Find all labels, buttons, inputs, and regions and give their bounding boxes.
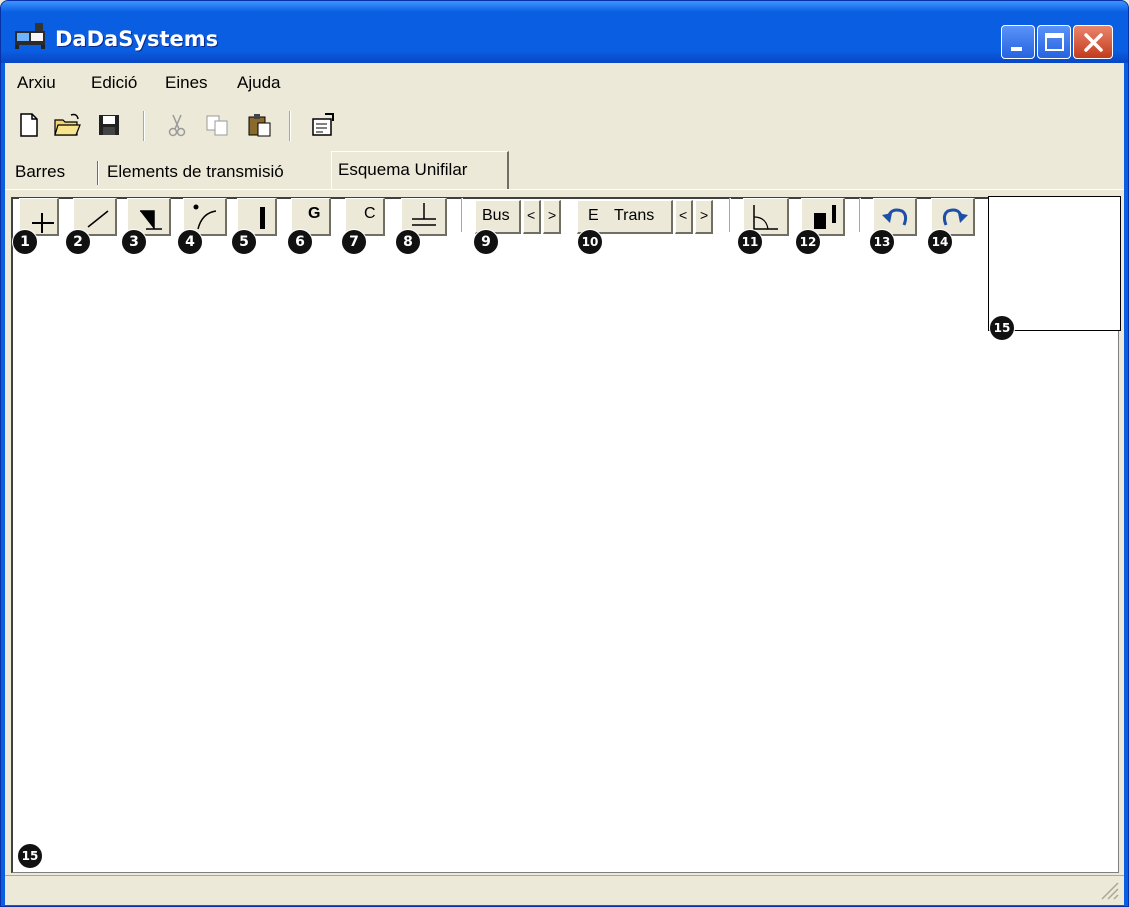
tab-divider xyxy=(97,161,99,185)
tool-separator xyxy=(729,198,731,232)
trans-label: Trans xyxy=(614,207,655,224)
save-icon[interactable] xyxy=(95,111,123,139)
menu-bar: Arxiu Edició Eines Ajuda xyxy=(5,65,1124,99)
trans-next-label: > xyxy=(700,207,709,223)
resize-grip-icon[interactable] xyxy=(1098,879,1120,901)
tool-separator xyxy=(461,198,463,232)
badge-15-canvas: 15 xyxy=(17,843,43,869)
copy-icon[interactable] xyxy=(203,111,231,139)
badge-10: 10 xyxy=(577,229,603,255)
badge-9: 9 xyxy=(473,229,499,255)
overview-panel[interactable] xyxy=(988,196,1121,331)
close-icon xyxy=(1084,33,1103,52)
main-window: DaDaSystems Arxiu Edició Eines Ajuda Bar… xyxy=(0,0,1129,907)
toolbar xyxy=(5,103,1124,151)
bus-prev-button[interactable]: < xyxy=(523,200,541,234)
bus-next-label: > xyxy=(548,207,557,223)
menu-eines[interactable]: Eines xyxy=(165,73,208,93)
bus-label: Bus xyxy=(482,207,510,224)
bus-prev-label: < xyxy=(527,207,536,223)
badge-5: 5 xyxy=(231,229,257,255)
maximize-button[interactable] xyxy=(1037,25,1071,59)
properties-icon[interactable] xyxy=(309,111,337,139)
toolbar-separator xyxy=(143,111,145,141)
bus-next-button[interactable]: > xyxy=(543,200,561,234)
tab-barres[interactable]: Barres xyxy=(9,157,71,189)
trans-prefix: E xyxy=(588,207,599,224)
app-icon xyxy=(15,23,45,49)
badge-6: 6 xyxy=(287,229,313,255)
minimize-icon xyxy=(1011,47,1022,51)
capacitor-letter: C xyxy=(364,205,376,222)
tool-separator xyxy=(859,198,861,232)
badge-7: 7 xyxy=(341,229,367,255)
trans-prev-button[interactable]: < xyxy=(675,200,693,234)
drawing-canvas[interactable] xyxy=(11,197,1119,873)
menu-edicio[interactable]: Edició xyxy=(91,73,137,93)
window-title: DaDaSystems xyxy=(55,27,219,51)
badge-13: 13 xyxy=(869,229,895,255)
toolbar-separator xyxy=(289,111,291,141)
badge-12: 12 xyxy=(795,229,821,255)
status-bar xyxy=(5,875,1124,905)
maximize-icon xyxy=(1045,33,1064,51)
minimize-button[interactable] xyxy=(1001,25,1035,59)
title-bar[interactable]: DaDaSystems xyxy=(1,1,1128,63)
cut-icon[interactable] xyxy=(163,111,191,139)
close-button[interactable] xyxy=(1073,25,1113,59)
menu-ajuda[interactable]: Ajuda xyxy=(237,73,280,93)
trans-next-button[interactable]: > xyxy=(695,200,713,234)
badge-4: 4 xyxy=(177,229,203,255)
trans-prev-label: < xyxy=(679,207,688,223)
badge-15-overview: 15 xyxy=(989,315,1015,341)
tab-strip: Barres Elements de transmisió Esquema Un… xyxy=(5,151,1124,191)
badge-14: 14 xyxy=(927,229,953,255)
tab-esquema-unifilar[interactable]: Esquema Unifilar xyxy=(331,151,509,190)
menu-arxiu[interactable]: Arxiu xyxy=(17,73,56,93)
tab-elements-de-transmisio[interactable]: Elements de transmisió xyxy=(101,157,290,189)
open-folder-icon[interactable] xyxy=(53,111,81,139)
new-file-icon[interactable] xyxy=(15,111,43,139)
badge-2: 2 xyxy=(65,229,91,255)
generator-letter: G xyxy=(308,205,321,222)
paste-icon[interactable] xyxy=(245,111,273,139)
badge-8: 8 xyxy=(395,229,421,255)
badge-3: 3 xyxy=(121,229,147,255)
badge-1: 1 xyxy=(12,229,38,255)
badge-11: 11 xyxy=(737,229,763,255)
